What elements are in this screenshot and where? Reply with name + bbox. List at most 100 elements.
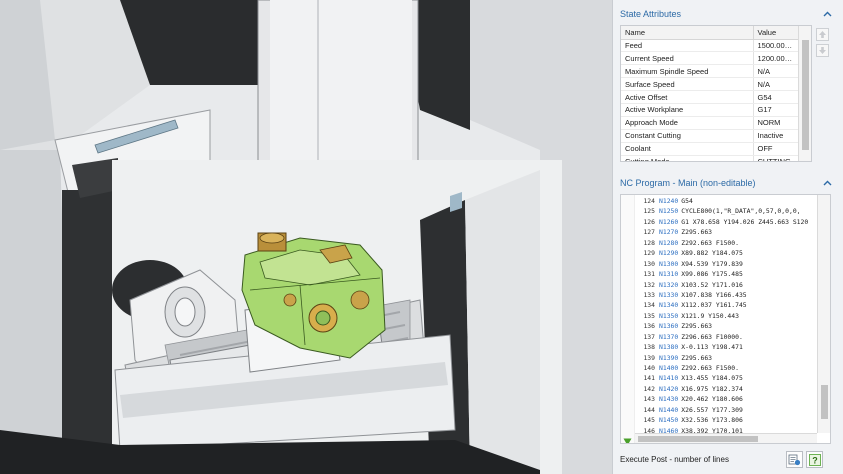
- line-number: 129: [643, 249, 655, 258]
- execute-post-icon: [788, 454, 801, 466]
- column-header-value[interactable]: Value: [753, 26, 800, 40]
- line-number: 137: [643, 332, 655, 341]
- table-row[interactable]: Coolant OFF: [621, 142, 800, 156]
- nc-line[interactable]: 127 N1270 Z295.663: [635, 227, 817, 237]
- chevron-up-icon[interactable]: [821, 8, 833, 20]
- nc-line[interactable]: 126 N1260 G1 X78.658 Y194.026 Z445.663 S12…: [635, 217, 817, 227]
- nc-line[interactable]: 136 N1360 Z295.663: [635, 321, 817, 331]
- nc-vertical-scrollbar[interactable]: [817, 195, 830, 433]
- nc-code: X89.882 Y184.075: [681, 249, 743, 258]
- attribute-name: Maximum Spindle Speed: [621, 64, 754, 79]
- attribute-name: Current Speed: [621, 51, 754, 66]
- block-number: N1330: [659, 290, 679, 299]
- nc-line[interactable]: 129 N1290 X89.882 Y184.075: [635, 248, 817, 258]
- table-row[interactable]: Active Offset G54: [621, 90, 800, 104]
- nc-horizontal-scrollbar[interactable]: [635, 433, 817, 443]
- nc-program-listing[interactable]: 124 N1240 G54 125 N1250 CYCLE800(1,"R_DATA",0…: [620, 194, 831, 444]
- nc-line[interactable]: 143 N1430 X20.462 Y180.606: [635, 394, 817, 404]
- nc-line[interactable]: 139 N1390 Z295.663: [635, 353, 817, 363]
- line-number: 126: [643, 217, 655, 226]
- line-number: 135: [643, 311, 655, 320]
- table-row[interactable]: Maximum Spindle Speed N/A: [621, 64, 800, 79]
- nc-code: X13.455 Y184.075: [681, 374, 743, 383]
- nc-line[interactable]: 131 N1310 X99.086 Y175.485: [635, 269, 817, 279]
- attribute-value: N/A: [753, 77, 800, 92]
- nc-line[interactable]: 128 N1280 Z292.663 F1500.: [635, 238, 817, 248]
- line-number: 141: [643, 374, 655, 383]
- nc-line[interactable]: 137 N1370 Z296.663 F10000.: [635, 332, 817, 342]
- line-number: 136: [643, 322, 655, 331]
- nc-code: Z295.663: [681, 228, 713, 237]
- block-number: N1440: [659, 405, 679, 414]
- attribute-value: G54: [753, 90, 800, 104]
- 3d-viewport[interactable]: [0, 0, 612, 474]
- nc-line[interactable]: 125 N1250 CYCLE800(1,"R_DATA",0,57,0,0,0,: [635, 206, 817, 216]
- move-down-button[interactable]: [816, 44, 829, 57]
- block-number: N1390: [659, 353, 679, 362]
- nc-code: X103.52 Y171.016: [681, 280, 743, 289]
- block-number: N1310: [659, 270, 679, 279]
- table-row[interactable]: Surface Speed N/A: [621, 77, 800, 92]
- arrow-down-icon: [819, 47, 826, 54]
- table-row[interactable]: Constant Cutting Inactive: [621, 129, 800, 143]
- attributes-scrollbar[interactable]: [798, 26, 811, 161]
- nc-line[interactable]: 140 N1400 Z292.663 F1500.: [635, 363, 817, 373]
- move-up-button[interactable]: [816, 28, 829, 41]
- nc-code: X112.037 Y161.745: [681, 301, 747, 310]
- column-header-name[interactable]: Name: [621, 26, 754, 40]
- nc-program-header[interactable]: NC Program - Main (non-editable): [616, 173, 839, 193]
- nc-code: G54: [681, 197, 693, 205]
- state-attributes-header[interactable]: State Attributes: [616, 4, 839, 24]
- table-row[interactable]: Approach Mode NORM: [621, 116, 800, 130]
- attribute-value: OFF: [753, 142, 800, 156]
- attribute-name: Constant Cutting: [621, 129, 754, 143]
- table-row[interactable]: Cutting Mode CUTTING: [621, 155, 800, 161]
- nc-code: X16.975 Y182.374: [681, 384, 743, 393]
- attribute-name: Approach Mode: [621, 116, 754, 130]
- attribute-value: Inactive: [753, 129, 800, 143]
- nc-line[interactable]: 124 N1240 G54: [635, 196, 817, 206]
- line-number: 144: [643, 405, 655, 414]
- nc-line[interactable]: 130 N1300 X94.539 Y179.839: [635, 259, 817, 269]
- nc-line[interactable]: 132 N1320 X103.52 Y171.016: [635, 280, 817, 290]
- block-number: N1340: [659, 301, 679, 310]
- scrollbar-thumb[interactable]: [821, 385, 828, 419]
- block-number: N1410: [659, 374, 679, 383]
- block-number: N1260: [659, 217, 679, 226]
- nc-line[interactable]: 135 N1350 X121.9 Y150.443: [635, 311, 817, 321]
- block-number: N1370: [659, 332, 679, 341]
- line-number: 143: [643, 395, 655, 404]
- attribute-value: N/A: [753, 64, 800, 79]
- help-button[interactable]: ?: [806, 451, 823, 468]
- execute-post-button[interactable]: [786, 451, 803, 468]
- nc-code: X26.557 Y177.309: [681, 405, 743, 414]
- line-number: 128: [643, 238, 655, 247]
- nc-line[interactable]: 144 N1440 X26.557 Y177.309: [635, 405, 817, 415]
- block-number: N1270: [659, 228, 679, 237]
- nc-code: X94.539 Y179.839: [681, 259, 743, 268]
- block-number: N1350: [659, 311, 679, 320]
- state-attributes-title: State Attributes: [620, 9, 682, 19]
- line-number: 145: [643, 416, 655, 425]
- current-line-marker-icon: [623, 438, 632, 443]
- nc-program-title: NC Program - Main (non-editable): [620, 178, 756, 188]
- nc-line[interactable]: 133 N1330 X107.838 Y166.435: [635, 290, 817, 300]
- block-number: N1240: [659, 197, 679, 205]
- line-number: 133: [643, 290, 655, 299]
- nc-code: X121.9 Y150.443: [681, 311, 739, 320]
- scrollbar-thumb[interactable]: [802, 40, 809, 150]
- nc-code: Z296.663 F10000.: [681, 332, 743, 341]
- nc-line[interactable]: 145 N1450 X32.536 Y173.806: [635, 415, 817, 425]
- nc-code: G1 X78.658 Y194.026 Z445.663 S120: [681, 217, 809, 226]
- table-row[interactable]: Feed 1500.000 ...: [621, 39, 800, 53]
- nc-line[interactable]: 142 N1420 X16.975 Y182.374: [635, 384, 817, 394]
- table-row[interactable]: Current Speed1200.000 re...: [621, 51, 800, 66]
- attribute-name: Cutting Mode: [621, 155, 754, 161]
- nc-line[interactable]: 134 N1340 X112.037 Y161.745: [635, 300, 817, 310]
- chevron-up-icon[interactable]: [821, 177, 833, 189]
- nc-line[interactable]: 138 N1380 X-0.113 Y198.471: [635, 342, 817, 352]
- table-row[interactable]: Active Workplane G17: [621, 103, 800, 117]
- nc-line[interactable]: 141 N1410 X13.455 Y184.075: [635, 373, 817, 383]
- scrollbar-thumb[interactable]: [638, 436, 758, 442]
- line-number: 140: [643, 364, 655, 372]
